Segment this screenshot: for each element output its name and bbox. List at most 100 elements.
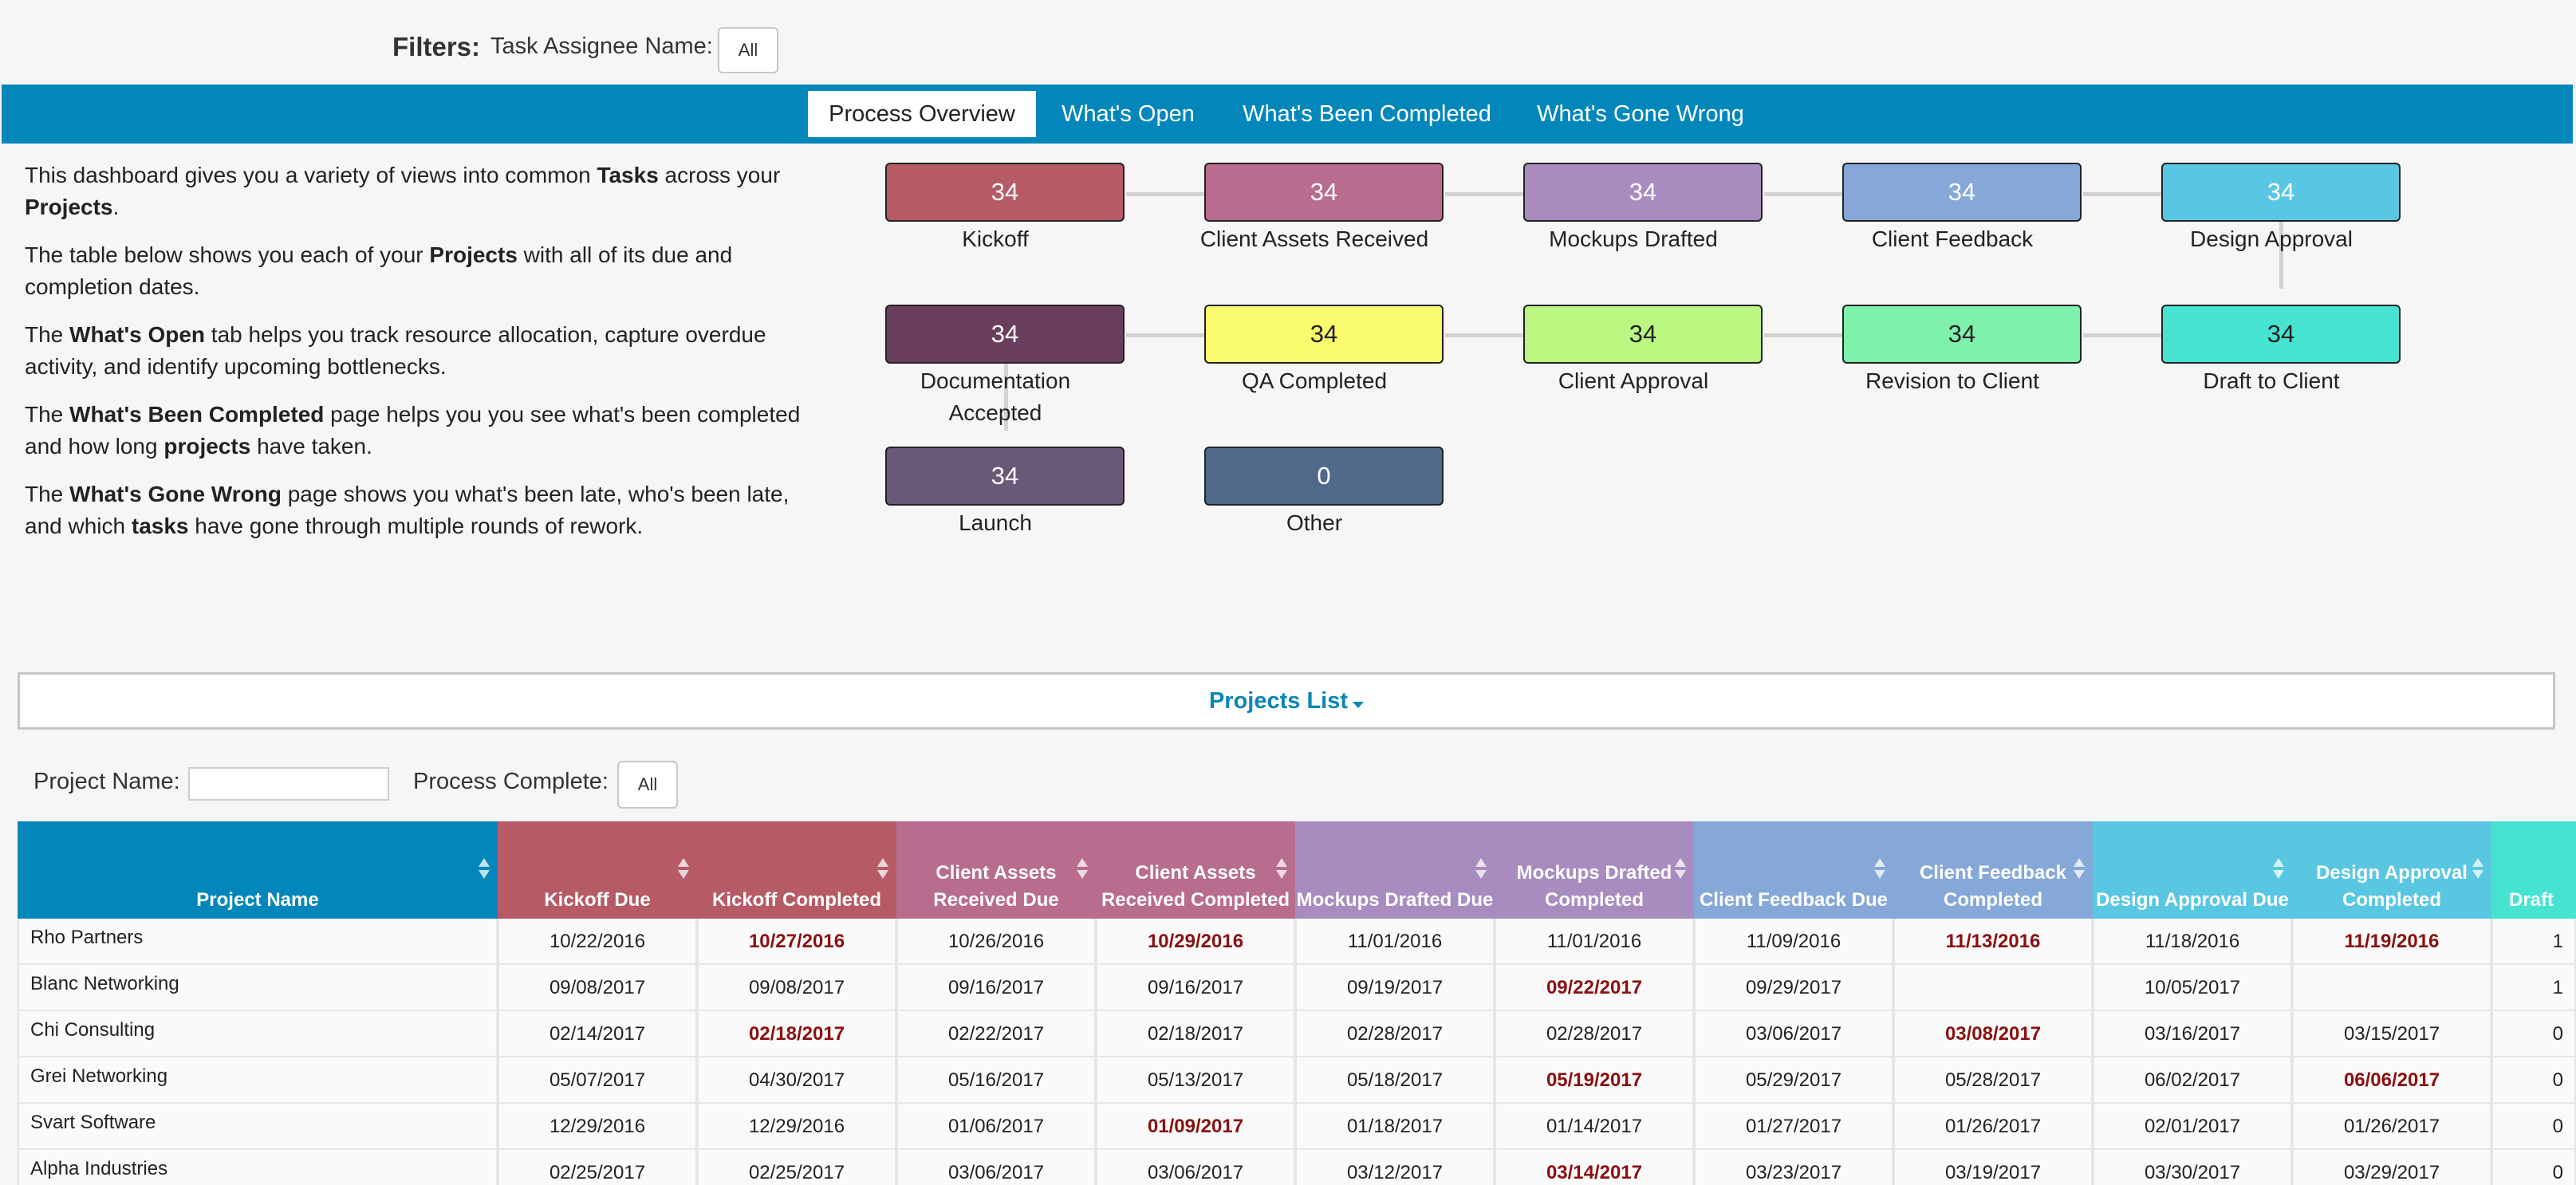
date-cell: 09/08/2017 (498, 965, 697, 1011)
date-cell: 01/26/2017 (2292, 1104, 2491, 1150)
column-header[interactable]: Client Feedback Due (1694, 821, 1893, 919)
project-name-input[interactable] (188, 767, 389, 801)
date-cell: 02/28/2017 (1495, 1011, 1694, 1057)
table-row[interactable]: Blanc Networking 09/08/2017 09/08/2017 09/1… (18, 965, 2576, 1011)
column-header[interactable]: Draft (2491, 821, 2576, 919)
project-name-cell: Grei Networking (18, 1057, 498, 1104)
column-header[interactable]: Mockups Drafted Due (1295, 821, 1495, 919)
tab-process-overview[interactable]: Process Overview (808, 91, 1036, 137)
flow-node-client-feedback[interactable]: 34 (1842, 163, 2082, 222)
sort-icon[interactable] (1475, 858, 1487, 880)
flow-node-label: Revision to Client (1865, 368, 2039, 393)
date-cell: 09/16/2017 (1096, 965, 1295, 1011)
sort-icon[interactable] (1276, 858, 1287, 880)
sort-icon[interactable] (1077, 858, 1088, 880)
process-complete-select[interactable]: All (617, 761, 678, 809)
flow-node-design-approval[interactable]: 34 (2161, 163, 2401, 222)
projects-list-header[interactable]: Projects List (18, 672, 2555, 730)
date-cell: 05/13/2017 (1096, 1057, 1295, 1104)
column-header[interactable]: Design Approval Completed (2292, 821, 2491, 919)
sort-icon[interactable] (2074, 858, 2085, 880)
sort-icon[interactable] (1675, 858, 1686, 880)
flow-node-kickoff[interactable]: 34 (885, 163, 1125, 222)
date-cell: 10/05/2017 (2093, 965, 2292, 1011)
flow-node-documentation-accepted[interactable]: 34 (885, 305, 1125, 364)
flow-node-label: Launch (959, 510, 1032, 535)
project-name-cell: Rho Partners (18, 919, 498, 965)
tab-bar: Process Overview What's Open What's Been… (2, 85, 2573, 144)
date-cell: 03/06/2017 (1694, 1011, 1893, 1057)
column-header[interactable]: Kickoff Due (498, 821, 697, 919)
caret-down-icon (1353, 701, 1365, 708)
column-header[interactable]: Project Name (18, 821, 498, 919)
column-header-label: Mockups Drafted Completed (1516, 862, 1672, 911)
table-row[interactable]: Chi Consulting 02/14/2017 02/18/2017 02/22/… (18, 1011, 2576, 1057)
date-cell: 11/01/2016 (1295, 919, 1495, 965)
flow-node-draft-to-client[interactable]: 34 (2161, 305, 2401, 364)
column-header[interactable]: Design Approval Due (2093, 821, 2292, 919)
flow-node-label: Client Assets Received (1199, 226, 1429, 251)
process-flow: 34 Kickoff 34 Client Assets Received 34 … (0, 144, 2576, 558)
flow-node-label: Draft to Client (2203, 368, 2340, 393)
flow-node-revision-to-client[interactable]: 34 (1842, 305, 2082, 364)
date-cell: 05/19/2017 (1495, 1057, 1694, 1104)
table-row[interactable]: Svart Software 12/29/2016 12/29/2016 01/06/… (18, 1104, 2576, 1150)
tab-whats-gone-wrong[interactable]: What's Gone Wrong (1525, 91, 1756, 137)
process-complete-label: Process Complete: (413, 769, 609, 794)
date-cell: 09/22/2017 (1495, 965, 1694, 1011)
flow-node-label: Mockups Drafted (1549, 226, 1718, 251)
flow-node-qa-completed[interactable]: 34 (1204, 305, 1444, 364)
date-cell: 03/19/2017 (1893, 1150, 2093, 1185)
date-cell: 10/29/2016 (1096, 919, 1295, 965)
filters-title: Filters: (392, 32, 481, 61)
project-name-label: Project Name: (33, 769, 180, 794)
date-cell: 10/22/2016 (498, 919, 697, 965)
project-name-cell: Svart Software (18, 1104, 498, 1150)
flow-node-client-approval[interactable]: 34 (1523, 305, 1763, 364)
flow-node-client-assets-received[interactable]: 34 (1204, 163, 1444, 222)
date-cell: 01/26/2017 (1893, 1104, 2093, 1150)
date-cell: 02/25/2017 (697, 1150, 896, 1185)
sort-icon[interactable] (479, 858, 490, 880)
table-row[interactable]: Grei Networking 05/07/2017 04/30/2017 05/16… (18, 1057, 2576, 1104)
projects-table: Project Name Kickoff Due Kickoff Completed… (18, 821, 2576, 1185)
flow-node-label: Kickoff (962, 226, 1029, 251)
projects-list-title: Projects List (1208, 688, 1349, 714)
column-header[interactable]: Kickoff Completed (697, 821, 896, 919)
column-header-label: Kickoff Completed (711, 889, 881, 911)
project-name-cell: Alpha Industries (18, 1150, 498, 1185)
sort-icon[interactable] (1874, 858, 1885, 880)
date-cell: 05/28/2017 (1893, 1057, 2093, 1104)
date-cell: 09/29/2017 (1694, 965, 1893, 1011)
tab-whats-open[interactable]: What's Open (1046, 91, 1210, 137)
task-assignee-select[interactable]: All (718, 27, 778, 73)
date-cell: 12/29/2016 (498, 1104, 697, 1150)
column-header[interactable]: Client Assets Received Completed (1096, 821, 1295, 919)
date-cell: 11/19/2016 (2292, 919, 2491, 965)
date-cell: 05/16/2017 (896, 1057, 1096, 1104)
flow-arrow (1764, 192, 1844, 196)
column-header-label: Client Assets Received Due (933, 862, 1059, 911)
table-row[interactable]: Rho Partners 10/22/2016 10/27/2016 10/26/20… (18, 919, 2576, 965)
date-cell: 06/06/2017 (2292, 1057, 2491, 1104)
column-header[interactable]: Client Assets Received Due (896, 821, 1096, 919)
tab-whats-been-completed[interactable]: What's Been Completed (1230, 91, 1504, 137)
table-row[interactable]: Alpha Industries 02/25/2017 02/25/2017 03/0… (18, 1150, 2576, 1185)
date-cell: 01/14/2017 (1495, 1104, 1694, 1150)
column-header[interactable]: Client Feedback Completed (1893, 821, 2093, 919)
date-cell: 01/06/2017 (896, 1104, 1096, 1150)
flow-node-mockups-drafted[interactable]: 34 (1523, 163, 1763, 222)
date-cell: 0 (2491, 1057, 2576, 1104)
sort-icon[interactable] (678, 858, 689, 880)
sort-icon[interactable] (877, 858, 888, 880)
date-cell (1893, 965, 2093, 1011)
flow-node-launch[interactable]: 34 (885, 447, 1125, 506)
sort-icon[interactable] (2472, 858, 2483, 880)
date-cell: 02/18/2017 (1096, 1011, 1295, 1057)
date-cell: 03/29/2017 (2292, 1150, 2491, 1185)
date-cell: 01/18/2017 (1295, 1104, 1495, 1150)
flow-node-other[interactable]: 0 (1204, 447, 1444, 506)
column-header[interactable]: Mockups Drafted Completed (1495, 821, 1694, 919)
sort-icon[interactable] (2273, 858, 2284, 880)
date-cell: 10/27/2016 (697, 919, 896, 965)
